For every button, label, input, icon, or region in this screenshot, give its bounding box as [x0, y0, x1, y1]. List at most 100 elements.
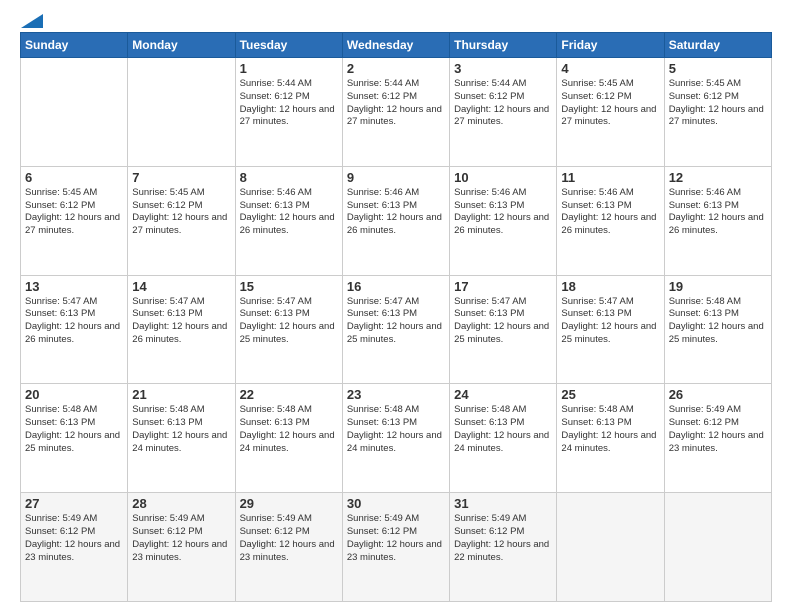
calendar-cell: 28Sunrise: 5:49 AM Sunset: 6:12 PM Dayli…: [128, 493, 235, 602]
calendar-cell: 23 Sunrise: 5:48 AM Sunset: 6:13 PM Dayli…: [342, 384, 449, 493]
cell-info: Sunrise: 5:49 AM Sunset: 6:12 PM Dayligh…: [25, 513, 123, 564]
calendar-cell: 15 Sunrise: 5:47 AM Sunset: 6:13 PM Dayli…: [235, 275, 342, 384]
calendar-cell: 18 Sunrise: 5:47 AM Sunset: 6:13 PM Dayli…: [557, 275, 664, 384]
header-wednesday: Wednesday: [342, 33, 449, 58]
cell-info: Sunrise: 5:47 AM Sunset: 6:13 PM Dayligh…: [561, 296, 659, 347]
calendar-cell: [557, 493, 664, 602]
cell-info: Sunrise: 5:47 AM Sunset: 6:13 PM Dayligh…: [347, 296, 445, 347]
day-number: 29: [240, 496, 338, 511]
cell-info: Sunrise: 5:48 AM Sunset: 6:13 PM Dayligh…: [347, 404, 445, 455]
day-number: 19: [669, 279, 767, 294]
day-number: 11: [561, 170, 659, 185]
calendar-cell: 8Sunrise: 5:46 AM Sunset: 6:13 PM Daylig…: [235, 166, 342, 275]
cell-info: Sunrise: 5:45 AM Sunset: 6:12 PM Dayligh…: [561, 78, 659, 129]
day-number: 7: [132, 170, 230, 185]
cell-info: Sunrise: 5:45 AM Sunset: 6:12 PM Dayligh…: [25, 187, 123, 238]
header-thursday: Thursday: [450, 33, 557, 58]
day-number: 12: [669, 170, 767, 185]
cell-info: Sunrise: 5:49 AM Sunset: 6:12 PM Dayligh…: [240, 513, 338, 564]
day-number: 8: [240, 170, 338, 185]
calendar-cell: 22Sunrise: 5:48 AM Sunset: 6:13 PM Dayli…: [235, 384, 342, 493]
day-number: 1: [240, 61, 338, 76]
week-row-1: 6Sunrise: 5:45 AM Sunset: 6:12 PM Daylig…: [21, 166, 772, 275]
calendar-cell: 20 Sunrise: 5:48 AM Sunset: 6:13 PM Dayli…: [21, 384, 128, 493]
calendar-cell: 3 Sunrise: 5:44 AM Sunset: 6:12 PM Daylig…: [450, 58, 557, 167]
calendar-cell: 14Sunrise: 5:47 AM Sunset: 6:13 PM Dayli…: [128, 275, 235, 384]
cell-info: Sunrise: 5:45 AM Sunset: 6:12 PM Dayligh…: [132, 187, 230, 238]
cell-info: Sunrise: 5:46 AM Sunset: 6:13 PM Dayligh…: [347, 187, 445, 238]
calendar-cell: 5 Sunrise: 5:45 AM Sunset: 6:12 PM Daylig…: [664, 58, 771, 167]
day-number: 24: [454, 387, 552, 402]
calendar-cell: 6Sunrise: 5:45 AM Sunset: 6:12 PM Daylig…: [21, 166, 128, 275]
calendar-cell: 12 Sunrise: 5:46 AM Sunset: 6:13 PM Dayli…: [664, 166, 771, 275]
cell-info: Sunrise: 5:47 AM Sunset: 6:13 PM Dayligh…: [25, 296, 123, 347]
day-number: 18: [561, 279, 659, 294]
calendar-cell: 11 Sunrise: 5:46 AM Sunset: 6:13 PM Dayli…: [557, 166, 664, 275]
calendar-cell: 17Sunrise: 5:47 AM Sunset: 6:13 PM Dayli…: [450, 275, 557, 384]
cell-info: Sunrise: 5:48 AM Sunset: 6:13 PM Dayligh…: [132, 404, 230, 455]
calendar-cell: 9 Sunrise: 5:46 AM Sunset: 6:13 PM Daylig…: [342, 166, 449, 275]
cell-info: Sunrise: 5:48 AM Sunset: 6:13 PM Dayligh…: [25, 404, 123, 455]
cell-info: Sunrise: 5:46 AM Sunset: 6:13 PM Dayligh…: [454, 187, 552, 238]
header-friday: Friday: [557, 33, 664, 58]
day-number: 13: [25, 279, 123, 294]
day-number: 28: [132, 496, 230, 511]
calendar-cell: 31 Sunrise: 5:49 AM Sunset: 6:12 PM Dayli…: [450, 493, 557, 602]
calendar-cell: 25 Sunrise: 5:48 AM Sunset: 6:13 PM Dayli…: [557, 384, 664, 493]
calendar-cell: 30Sunrise: 5:49 AM Sunset: 6:12 PM Dayli…: [342, 493, 449, 602]
cell-info: Sunrise: 5:46 AM Sunset: 6:13 PM Dayligh…: [669, 187, 767, 238]
header-tuesday: Tuesday: [235, 33, 342, 58]
week-row-4: 27Sunrise: 5:49 AM Sunset: 6:12 PM Dayli…: [21, 493, 772, 602]
calendar-cell: 7 Sunrise: 5:45 AM Sunset: 6:12 PM Daylig…: [128, 166, 235, 275]
cell-info: Sunrise: 5:47 AM Sunset: 6:13 PM Dayligh…: [132, 296, 230, 347]
day-number: 25: [561, 387, 659, 402]
day-number: 3: [454, 61, 552, 76]
day-number: 9: [347, 170, 445, 185]
calendar-cell: 24Sunrise: 5:48 AM Sunset: 6:13 PM Dayli…: [450, 384, 557, 493]
logo-icon: [21, 14, 43, 28]
day-number: 5: [669, 61, 767, 76]
day-number: 31: [454, 496, 552, 511]
header-monday: Monday: [128, 33, 235, 58]
calendar-cell: [664, 493, 771, 602]
day-number: 15: [240, 279, 338, 294]
cell-info: Sunrise: 5:47 AM Sunset: 6:13 PM Dayligh…: [454, 296, 552, 347]
cell-info: Sunrise: 5:48 AM Sunset: 6:13 PM Dayligh…: [240, 404, 338, 455]
week-row-2: 13 Sunrise: 5:47 AM Sunset: 6:13 PM Dayli…: [21, 275, 772, 384]
cell-info: Sunrise: 5:44 AM Sunset: 6:12 PM Dayligh…: [240, 78, 338, 129]
logo: [20, 18, 43, 24]
cell-info: Sunrise: 5:47 AM Sunset: 6:13 PM Dayligh…: [240, 296, 338, 347]
header: [20, 18, 772, 24]
day-number: 23: [347, 387, 445, 402]
day-number: 30: [347, 496, 445, 511]
day-number: 21: [132, 387, 230, 402]
cell-info: Sunrise: 5:48 AM Sunset: 6:13 PM Dayligh…: [561, 404, 659, 455]
calendar-cell: 16 Sunrise: 5:47 AM Sunset: 6:13 PM Dayli…: [342, 275, 449, 384]
calendar-header: SundayMondayTuesdayWednesdayThursdayFrid…: [21, 33, 772, 58]
day-number: 16: [347, 279, 445, 294]
week-row-0: 1 Sunrise: 5:44 AM Sunset: 6:12 PM Daylig…: [21, 58, 772, 167]
header-row: SundayMondayTuesdayWednesdayThursdayFrid…: [21, 33, 772, 58]
page: SundayMondayTuesdayWednesdayThursdayFrid…: [0, 0, 792, 612]
day-number: 26: [669, 387, 767, 402]
header-saturday: Saturday: [664, 33, 771, 58]
calendar-cell: 26Sunrise: 5:49 AM Sunset: 6:12 PM Dayli…: [664, 384, 771, 493]
day-number: 20: [25, 387, 123, 402]
week-row-3: 20 Sunrise: 5:48 AM Sunset: 6:13 PM Dayli…: [21, 384, 772, 493]
cell-info: Sunrise: 5:45 AM Sunset: 6:12 PM Dayligh…: [669, 78, 767, 129]
cell-info: Sunrise: 5:44 AM Sunset: 6:12 PM Dayligh…: [347, 78, 445, 129]
calendar-cell: 19 Sunrise: 5:48 AM Sunset: 6:13 PM Dayli…: [664, 275, 771, 384]
header-sunday: Sunday: [21, 33, 128, 58]
calendar-cell: [21, 58, 128, 167]
calendar-cell: 2Sunrise: 5:44 AM Sunset: 6:12 PM Daylig…: [342, 58, 449, 167]
calendar-body: 1 Sunrise: 5:44 AM Sunset: 6:12 PM Daylig…: [21, 58, 772, 602]
cell-info: Sunrise: 5:48 AM Sunset: 6:13 PM Dayligh…: [669, 296, 767, 347]
calendar-cell: 4 Sunrise: 5:45 AM Sunset: 6:12 PM Daylig…: [557, 58, 664, 167]
calendar-cell: 13 Sunrise: 5:47 AM Sunset: 6:13 PM Dayli…: [21, 275, 128, 384]
cell-info: Sunrise: 5:46 AM Sunset: 6:13 PM Dayligh…: [561, 187, 659, 238]
cell-info: Sunrise: 5:49 AM Sunset: 6:12 PM Dayligh…: [454, 513, 552, 564]
day-number: 10: [454, 170, 552, 185]
cell-info: Sunrise: 5:44 AM Sunset: 6:12 PM Dayligh…: [454, 78, 552, 129]
calendar-cell: 29 Sunrise: 5:49 AM Sunset: 6:12 PM Dayli…: [235, 493, 342, 602]
day-number: 4: [561, 61, 659, 76]
